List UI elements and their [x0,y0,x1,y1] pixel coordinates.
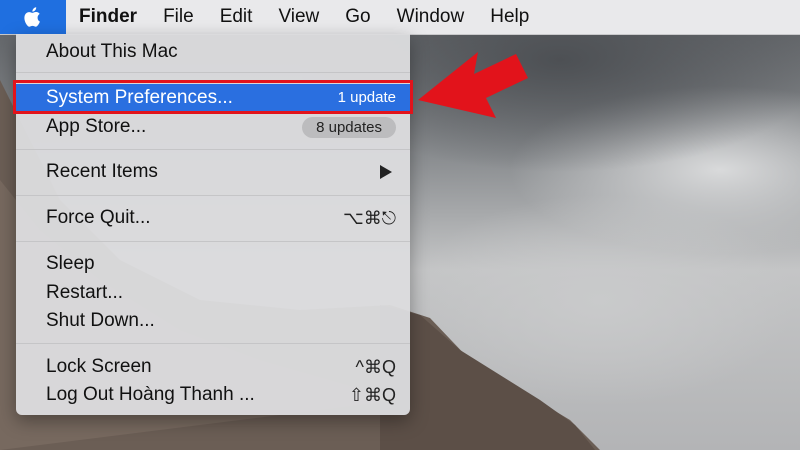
keyboard-shortcut: ⌥⌘⎋ [343,208,396,228]
menu-separator [16,149,410,150]
menu-separator [16,72,410,73]
apple-menu-button[interactable] [0,0,66,34]
menu-item-sleep[interactable]: Sleep [16,250,410,278]
annotation-highlight-box [13,80,413,114]
menu-edit[interactable]: Edit [207,0,266,34]
menu-help[interactable]: Help [477,0,542,34]
menu-bar: Finder File Edit View Go Window Help [0,0,800,35]
menu-item-label: Lock Screen [46,356,152,377]
menu-item-label: About This Mac [46,41,178,62]
menu-item-restart[interactable]: Restart... [16,279,410,307]
menu-item-label: Log Out Hoàng Thanh ... [46,384,255,405]
menu-item-shut-down[interactable]: Shut Down... [16,307,410,335]
menu-item-label: Sleep [46,253,95,274]
menu-item-recent-items[interactable]: Recent Items [16,158,410,186]
keyboard-shortcut: ^⌘Q [355,357,396,377]
menu-item-label: Force Quit... [46,207,151,228]
menu-item-about-this-mac[interactable]: About This Mac [16,38,410,66]
menu-item-label: Restart... [46,282,124,303]
menu-separator [16,241,410,242]
menu-separator [16,195,410,196]
keyboard-shortcut: ⇧⌘Q [348,385,396,405]
menu-item-force-quit[interactable]: Force Quit... ⌥⌘⎋ [16,204,410,232]
menu-item-label: App Store... [46,116,147,137]
update-badge: 8 updates [302,117,396,138]
apple-logo-icon [24,7,40,27]
menu-file[interactable]: File [150,0,207,34]
menu-separator [16,343,410,344]
menu-view[interactable]: View [265,0,332,34]
menu-window[interactable]: Window [384,0,478,34]
menu-item-label: Recent Items [46,161,158,182]
menu-item-app-store[interactable]: App Store... 8 updates [16,113,410,141]
menu-item-log-out[interactable]: Log Out Hoàng Thanh ... ⇧⌘Q [16,381,410,409]
menu-go[interactable]: Go [332,0,383,34]
menu-finder[interactable]: Finder [66,0,150,34]
submenu-arrow-icon [380,165,392,179]
menu-item-lock-screen[interactable]: Lock Screen ^⌘Q [16,353,410,381]
menu-item-label: Shut Down... [46,310,155,331]
